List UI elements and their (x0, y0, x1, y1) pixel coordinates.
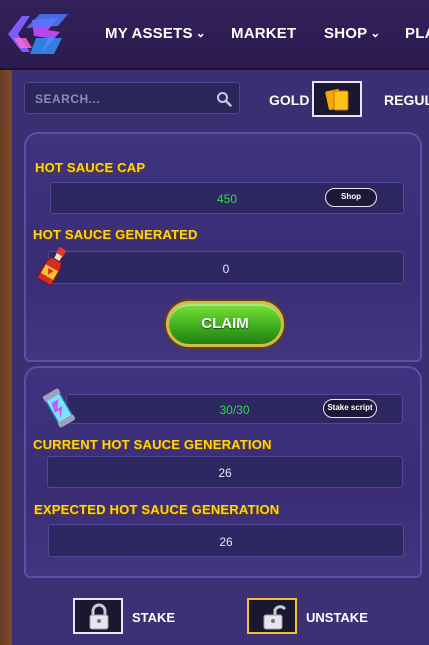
expected-generation-label: EXPECTED HOT SAUCE GENERATION (34, 502, 280, 517)
nav-shop-label: SHOP (324, 25, 368, 42)
lock-open-icon (263, 605, 286, 630)
tab-regular-label[interactable]: REGUL... (384, 92, 429, 108)
current-generation-field: 26 (47, 456, 403, 488)
hot-sauce-cap-label: HOT SAUCE CAP (35, 160, 146, 175)
nav-my-assets-label: MY ASSETS (105, 25, 193, 42)
hot-sauce-generated-field: 0 (48, 251, 404, 284)
unstake-button[interactable] (247, 598, 297, 634)
stake-label[interactable]: STAKE (132, 610, 175, 625)
shop-button[interactable]: Shop (325, 188, 377, 207)
hot-sauce-generated-value: 0 (222, 262, 230, 276)
cards-icon (325, 89, 349, 111)
chevron-down-icon: ⌄ (195, 26, 206, 40)
app-logo[interactable] (2, 8, 72, 60)
stake-script-button[interactable]: Stake script (323, 399, 377, 418)
nav-play[interactable]: PLA (405, 25, 429, 42)
nav-my-assets[interactable]: MY ASSETS ⌄ (105, 25, 206, 42)
nav-market[interactable]: MARKET (231, 25, 296, 42)
chevron-down-icon: ⌄ (370, 26, 381, 40)
nav-market-label: MARKET (231, 25, 297, 42)
top-navigation-bar: MY ASSETS⌄ MARKET SHOP⌄ PLA (0, 0, 429, 70)
current-generation-label: CURRENT HOT SAUCE GENERATION (33, 437, 272, 452)
search-icon[interactable] (216, 91, 232, 107)
nav-shop[interactable]: SHOP ⌄ (324, 25, 381, 42)
lock-closed-icon (89, 603, 109, 630)
unstake-label[interactable]: UNSTAKE (306, 610, 368, 625)
nav-play-label: PLA (405, 25, 429, 42)
expected-generation-field: 26 (48, 524, 404, 557)
search-box (24, 82, 240, 114)
hot-sauce-generated-label: HOT SAUCE GENERATED (33, 227, 198, 242)
hot-sauce-bottle-icon (36, 247, 67, 287)
expected-generation-value: 26 (219, 535, 233, 549)
stake-button[interactable] (73, 598, 123, 634)
claim-button[interactable]: CLAIM (166, 301, 284, 347)
current-generation-value: 26 (218, 466, 232, 480)
capsule-icon (42, 388, 76, 428)
tab-gold-label[interactable]: GOLD (269, 92, 309, 108)
search-input[interactable] (33, 91, 212, 107)
gold-filter-button[interactable] (312, 81, 362, 117)
